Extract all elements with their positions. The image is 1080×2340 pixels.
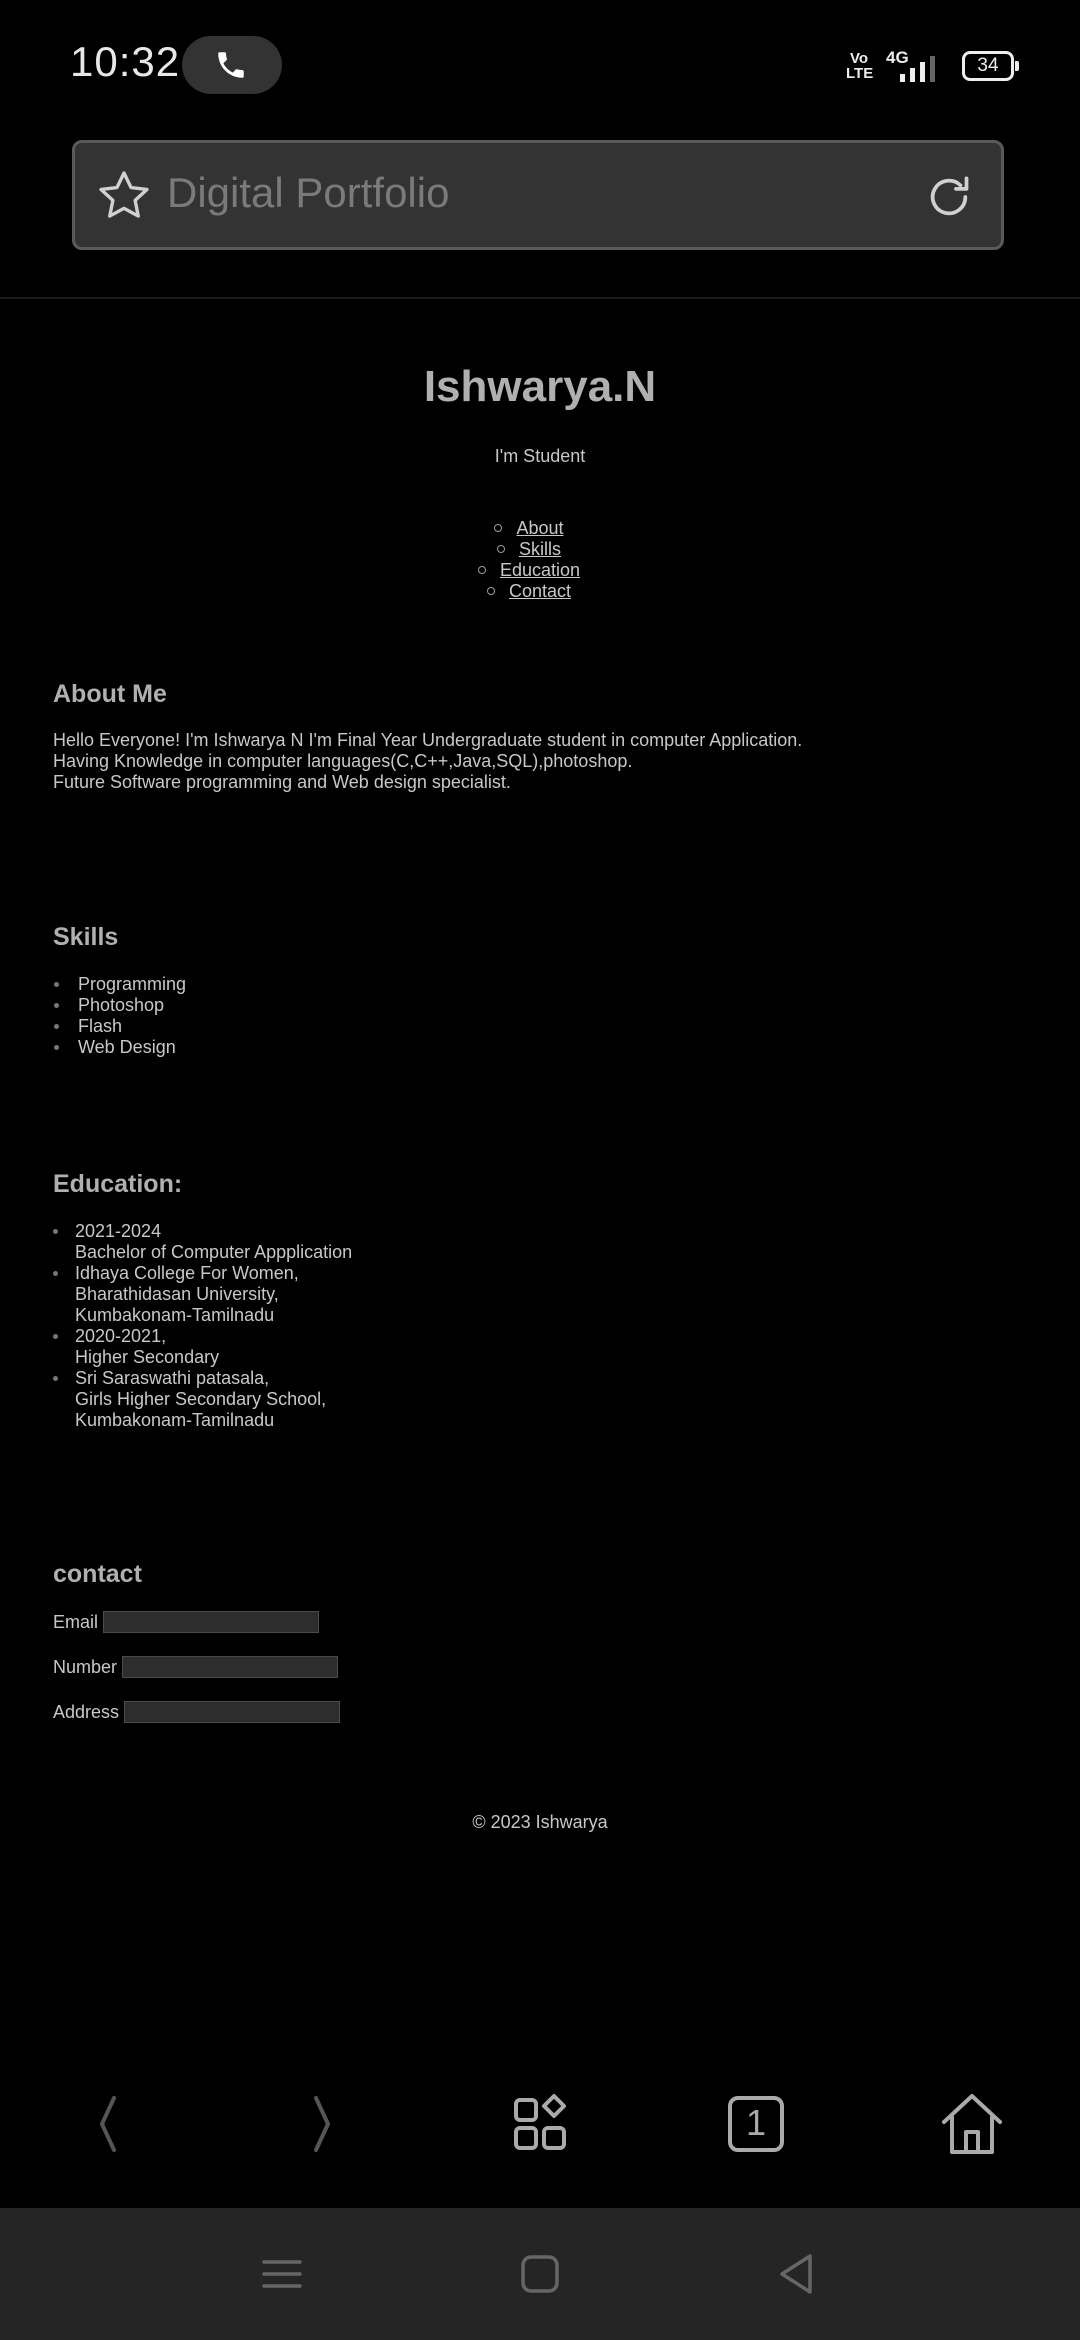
system-back-icon[interactable] [768, 2246, 824, 2302]
nav-item-about: About [0, 518, 1080, 539]
status-bar: 10:32 Vo LTE 4G 34 [0, 0, 1080, 130]
battery-indicator: 34 [962, 51, 1019, 81]
nav-item-skills: Skills [0, 539, 1080, 560]
about-heading: About Me [53, 680, 167, 708]
network-signal: 4G [886, 48, 935, 84]
address-label: Address [53, 1701, 120, 1722]
contact-heading: contact [53, 1560, 142, 1588]
back-icon[interactable] [68, 2084, 148, 2164]
list-item: 2021-2024 Bachelor of Computer Appplicat… [53, 1221, 352, 1263]
about-line: Having Knowledge in computer languages(C… [53, 751, 633, 771]
nav-item-education: Education [0, 560, 1080, 581]
email-field[interactable] [103, 1611, 320, 1633]
address-field[interactable] [124, 1701, 341, 1723]
system-nav-bar [0, 2208, 1080, 2340]
network-type: 4G [886, 48, 909, 67]
number-row: Number [53, 1656, 339, 1678]
email-label: Email [53, 1611, 99, 1632]
nav-item-contact: Contact [0, 581, 1080, 602]
number-field[interactable] [122, 1656, 339, 1678]
menu-icon[interactable] [254, 2246, 310, 2302]
nav-link-education[interactable]: Education [500, 560, 580, 580]
star-icon[interactable] [95, 167, 153, 225]
nav-link-contact[interactable]: Contact [509, 581, 571, 601]
nav-link-skills[interactable]: Skills [519, 539, 561, 559]
nav-link-about[interactable]: About [516, 518, 563, 538]
home-icon[interactable] [932, 2084, 1012, 2164]
volte-indicator: Vo LTE [846, 50, 874, 82]
forward-icon[interactable] [282, 2084, 362, 2164]
address-bar[interactable]: Digital Portfolio [72, 140, 1004, 250]
recents-icon[interactable] [512, 2246, 568, 2302]
list-item: Photoshop [54, 995, 186, 1016]
page-nav: About Skills Education Contact [0, 518, 1080, 602]
skills-heading: Skills [53, 923, 119, 951]
apps-icon[interactable] [500, 2084, 580, 2164]
list-item: Flash [54, 1016, 186, 1037]
profile-tagline: I'm Student [494, 446, 586, 466]
skills-list: Programming Photoshop Flash Web Design [54, 974, 186, 1058]
about-line: Future Software programming and Web desi… [53, 772, 511, 792]
reload-icon[interactable] [921, 169, 977, 225]
status-icons: Vo LTE 4G 34 [846, 46, 1019, 86]
list-item: Web Design [54, 1037, 186, 1058]
phone-icon [218, 52, 244, 78]
clock: 10:32 [70, 38, 181, 85]
browser-toolbar: 1 [0, 2060, 1080, 2220]
address-row: Address [53, 1701, 341, 1723]
about-text: Hello Everyone! I'm Ishwarya N I'm Final… [53, 730, 802, 793]
ongoing-call-pill[interactable] [182, 36, 282, 94]
list-item: Programming [54, 974, 186, 995]
email-row: Email [53, 1611, 320, 1633]
list-item: Sri Saraswathi patasala, Girls Higher Se… [53, 1368, 352, 1431]
list-item: 2020-2021, Higher Secondary [53, 1326, 352, 1368]
page-title[interactable]: Digital Portfolio [167, 169, 449, 217]
about-line: Hello Everyone! I'm Ishwarya N I'm Final… [53, 730, 803, 750]
list-item: Idhaya College For Women, Bharathidasan … [53, 1263, 352, 1326]
toolbar-divider [0, 297, 1080, 299]
tab-count: 1 [745, 2102, 767, 2143]
number-label: Number [53, 1656, 118, 1677]
education-list: 2021-2024 Bachelor of Computer Appplicat… [53, 1221, 352, 1431]
education-heading: Education: [53, 1170, 183, 1198]
tabs-button[interactable]: 1 [716, 2084, 796, 2164]
page-footer: © 2023 Ishwarya [472, 1812, 608, 1832]
profile-name: Ishwarya.N [423, 362, 657, 411]
